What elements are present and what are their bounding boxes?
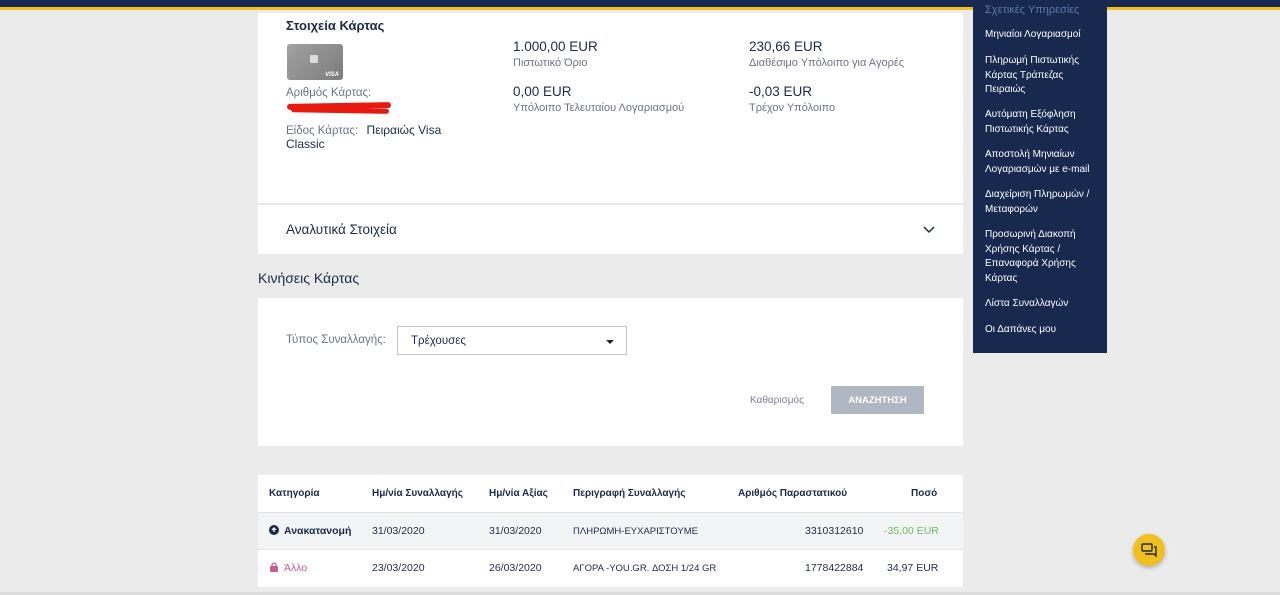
sidebar-item-label: Μηνιαίοι Λογαριασμοί <box>985 29 1081 40</box>
header-description[interactable]: Περιγραφή Συναλλαγής <box>573 488 685 499</box>
sidebar-item-label: Πληρωμή Πιστωτικής <box>985 55 1080 66</box>
credit-limit-label: Πιστωτικό Όριο <box>513 57 588 69</box>
card-brand-logo: VISA <box>324 72 339 78</box>
sidebar-item-label: Λογαριασμών με e-mail <box>985 163 1090 175</box>
sidebar-item-label: Χρήσης Κάρτας / <box>985 243 1061 255</box>
sidebar-item-label: Επαναφορά Χρήσης <box>985 258 1076 269</box>
transaction-type-selected: Τρέχουσες <box>411 335 466 347</box>
related-services-sidebar: Σχετικές Υπηρεσίες Μηνιαίοι Λογαριασμοί … <box>973 0 1107 353</box>
redacted-card-number-2 <box>290 107 390 114</box>
sidebar-item-auto-settlement[interactable]: Αυτόματη Εξόφληση Πιστωτικής Κάρτας <box>985 108 1103 137</box>
row-category: Ανακατανομή <box>284 525 352 537</box>
card-type-value: Πειραιώς Visa <box>366 123 442 137</box>
card-type-value-cont: Classic <box>286 137 325 151</box>
row-value-date: 31/03/2020 <box>489 525 542 537</box>
sidebar-item-payments-transfers[interactable]: Διαχείριση Πληρωμών / Μεταφορών <box>985 188 1103 217</box>
transaction-type-label: Τύπος Συναλλαγής: <box>286 334 386 346</box>
card-type-label: Είδος Κάρτας: <box>286 125 359 137</box>
sidebar-item-label: Κάρτας <box>985 272 1018 284</box>
refund-icon <box>269 525 279 535</box>
card-details-panel: Στοιχεία Κάρτας VISA Αριθμός Κάρτας: Είδ… <box>258 13 963 203</box>
last-statement-value: 0,00 EUR <box>513 84 572 99</box>
sidebar-item-label: Λίστα Συναλλαγών <box>985 298 1069 309</box>
row-description: ΠΛΗΡΩΜΗ-ΕΥΧΑΡΙΣΤΟΥΜΕ <box>573 526 698 537</box>
sidebar-item-transaction-list[interactable]: Λίστα Συναλλαγών <box>985 297 1103 312</box>
sidebar-item-card-payment[interactable]: Πληρωμή Πιστωτικής Κάρτας Τράπεζας Πειρα… <box>985 54 1103 98</box>
card-image: VISA <box>287 44 343 80</box>
row-transaction-date: 23/03/2020 <box>372 562 425 574</box>
clear-button[interactable]: Καθαρισμός <box>750 395 804 406</box>
sidebar-item-label: Αυτόματη Εξόφληση <box>985 109 1076 120</box>
row-description: ΑΓΟΡΑ -YOU.GR. ΔΟΣΗ 1/24 GR <box>573 563 717 574</box>
row-value-date: 26/03/2020 <box>489 562 542 574</box>
row-transaction-date: 31/03/2020 <box>372 525 425 537</box>
shopping-bag-icon <box>270 562 278 572</box>
dropdown-caret-icon <box>606 340 614 344</box>
row-category: Άλλο <box>284 562 308 574</box>
card-details-title: Στοιχεία Κάρτας <box>286 18 385 33</box>
row-document-number: 3310312610 <box>805 525 864 537</box>
details-accordion[interactable]: Αναλυτικά Στοιχεία <box>258 204 963 254</box>
sidebar-item-label: Οι Δαπάνες μου <box>985 324 1057 335</box>
available-balance-label: Διαθέσιμο Υπόλοιπο για Αγορές <box>749 57 905 69</box>
sidebar-item-label: Κάρτας Τράπεζας <box>985 69 1064 81</box>
chat-bubble-icon <box>1141 543 1157 557</box>
details-accordion-title: Αναλυτικά Στοιχεία <box>286 222 397 237</box>
chat-button[interactable] <box>1133 534 1165 566</box>
row-document-number: 1778422884 <box>805 562 864 574</box>
transactions-table: Κατηγορία Ημ/νία Συναλλαγής Ημ/νία Αξίας… <box>258 475 963 587</box>
sidebar-item-label: Διαχείριση Πληρωμών / <box>985 189 1090 200</box>
header-value-date[interactable]: Ημ/νία Αξίας <box>489 488 548 499</box>
sidebar-item-label: Πειραιώς <box>985 84 1026 95</box>
sidebar-item-label: Αποστολή Μηνιαίων <box>985 149 1075 160</box>
credit-limit-value: 1.000,00 EUR <box>513 39 598 54</box>
transaction-type-select[interactable]: Τρέχουσες <box>397 326 627 355</box>
header-document-number[interactable]: Αριθμός Παραστατικού <box>738 488 847 499</box>
header-category[interactable]: Κατηγορία <box>269 488 320 499</box>
sidebar-item-my-expenses[interactable]: Οι Δαπάνες μου <box>985 323 1103 338</box>
sidebar-item-label: Προσωρινή Διακοπή <box>985 229 1076 240</box>
sidebar-item-label: Μεταφορών <box>985 203 1038 215</box>
sidebar-item-email-statements[interactable]: Αποστολή Μηνιαίων Λογαριασμών με e-mail <box>985 148 1103 177</box>
chevron-down-icon[interactable] <box>922 222 936 236</box>
header-amount[interactable]: Ποσό <box>911 488 937 499</box>
row-amount: 34,97 EUR <box>887 562 939 574</box>
card-movements-title: Κινήσεις Κάρτας <box>258 270 360 286</box>
last-statement-label: Υπόλοιπο Τελευταίου Λογαριασμού <box>513 102 685 114</box>
current-balance-label: Τρέχον Υπόλοιπο <box>749 102 836 114</box>
sidebar-item-label: Πιστωτικής Κάρτας <box>985 123 1069 135</box>
available-balance-value: 230,66 EUR <box>749 39 823 54</box>
sidebar-item-card-suspension[interactable]: Προσωρινή Διακοπή Χρήσης Κάρτας / Επαναφ… <box>985 228 1103 286</box>
search-button[interactable]: ΑΝΑΖΗΤΗΣΗ <box>831 386 924 414</box>
table-row[interactable]: Άλλο 23/03/2020 26/03/2020 ΑΓΟΡΑ -YOU.GR… <box>258 549 963 586</box>
current-balance-value: -0,03 EUR <box>749 84 813 99</box>
card-chip-icon <box>310 55 318 63</box>
table-row[interactable]: Ανακατανομή 31/03/2020 31/03/2020 ΠΛΗΡΩΜ… <box>258 512 963 549</box>
related-services-heading: Σχετικές Υπηρεσίες <box>985 4 1080 16</box>
card-number-label: Αριθμός Κάρτας: <box>286 87 372 99</box>
filter-panel: Τύπος Συναλλαγής: Τρέχουσες Καθαρισμός Α… <box>258 298 963 446</box>
sidebar-item-monthly-statements[interactable]: Μηνιαίοι Λογαριασμοί <box>985 28 1103 43</box>
row-amount: -35,00 EUR <box>884 525 939 537</box>
header-transaction-date[interactable]: Ημ/νία Συναλλαγής <box>372 488 463 499</box>
